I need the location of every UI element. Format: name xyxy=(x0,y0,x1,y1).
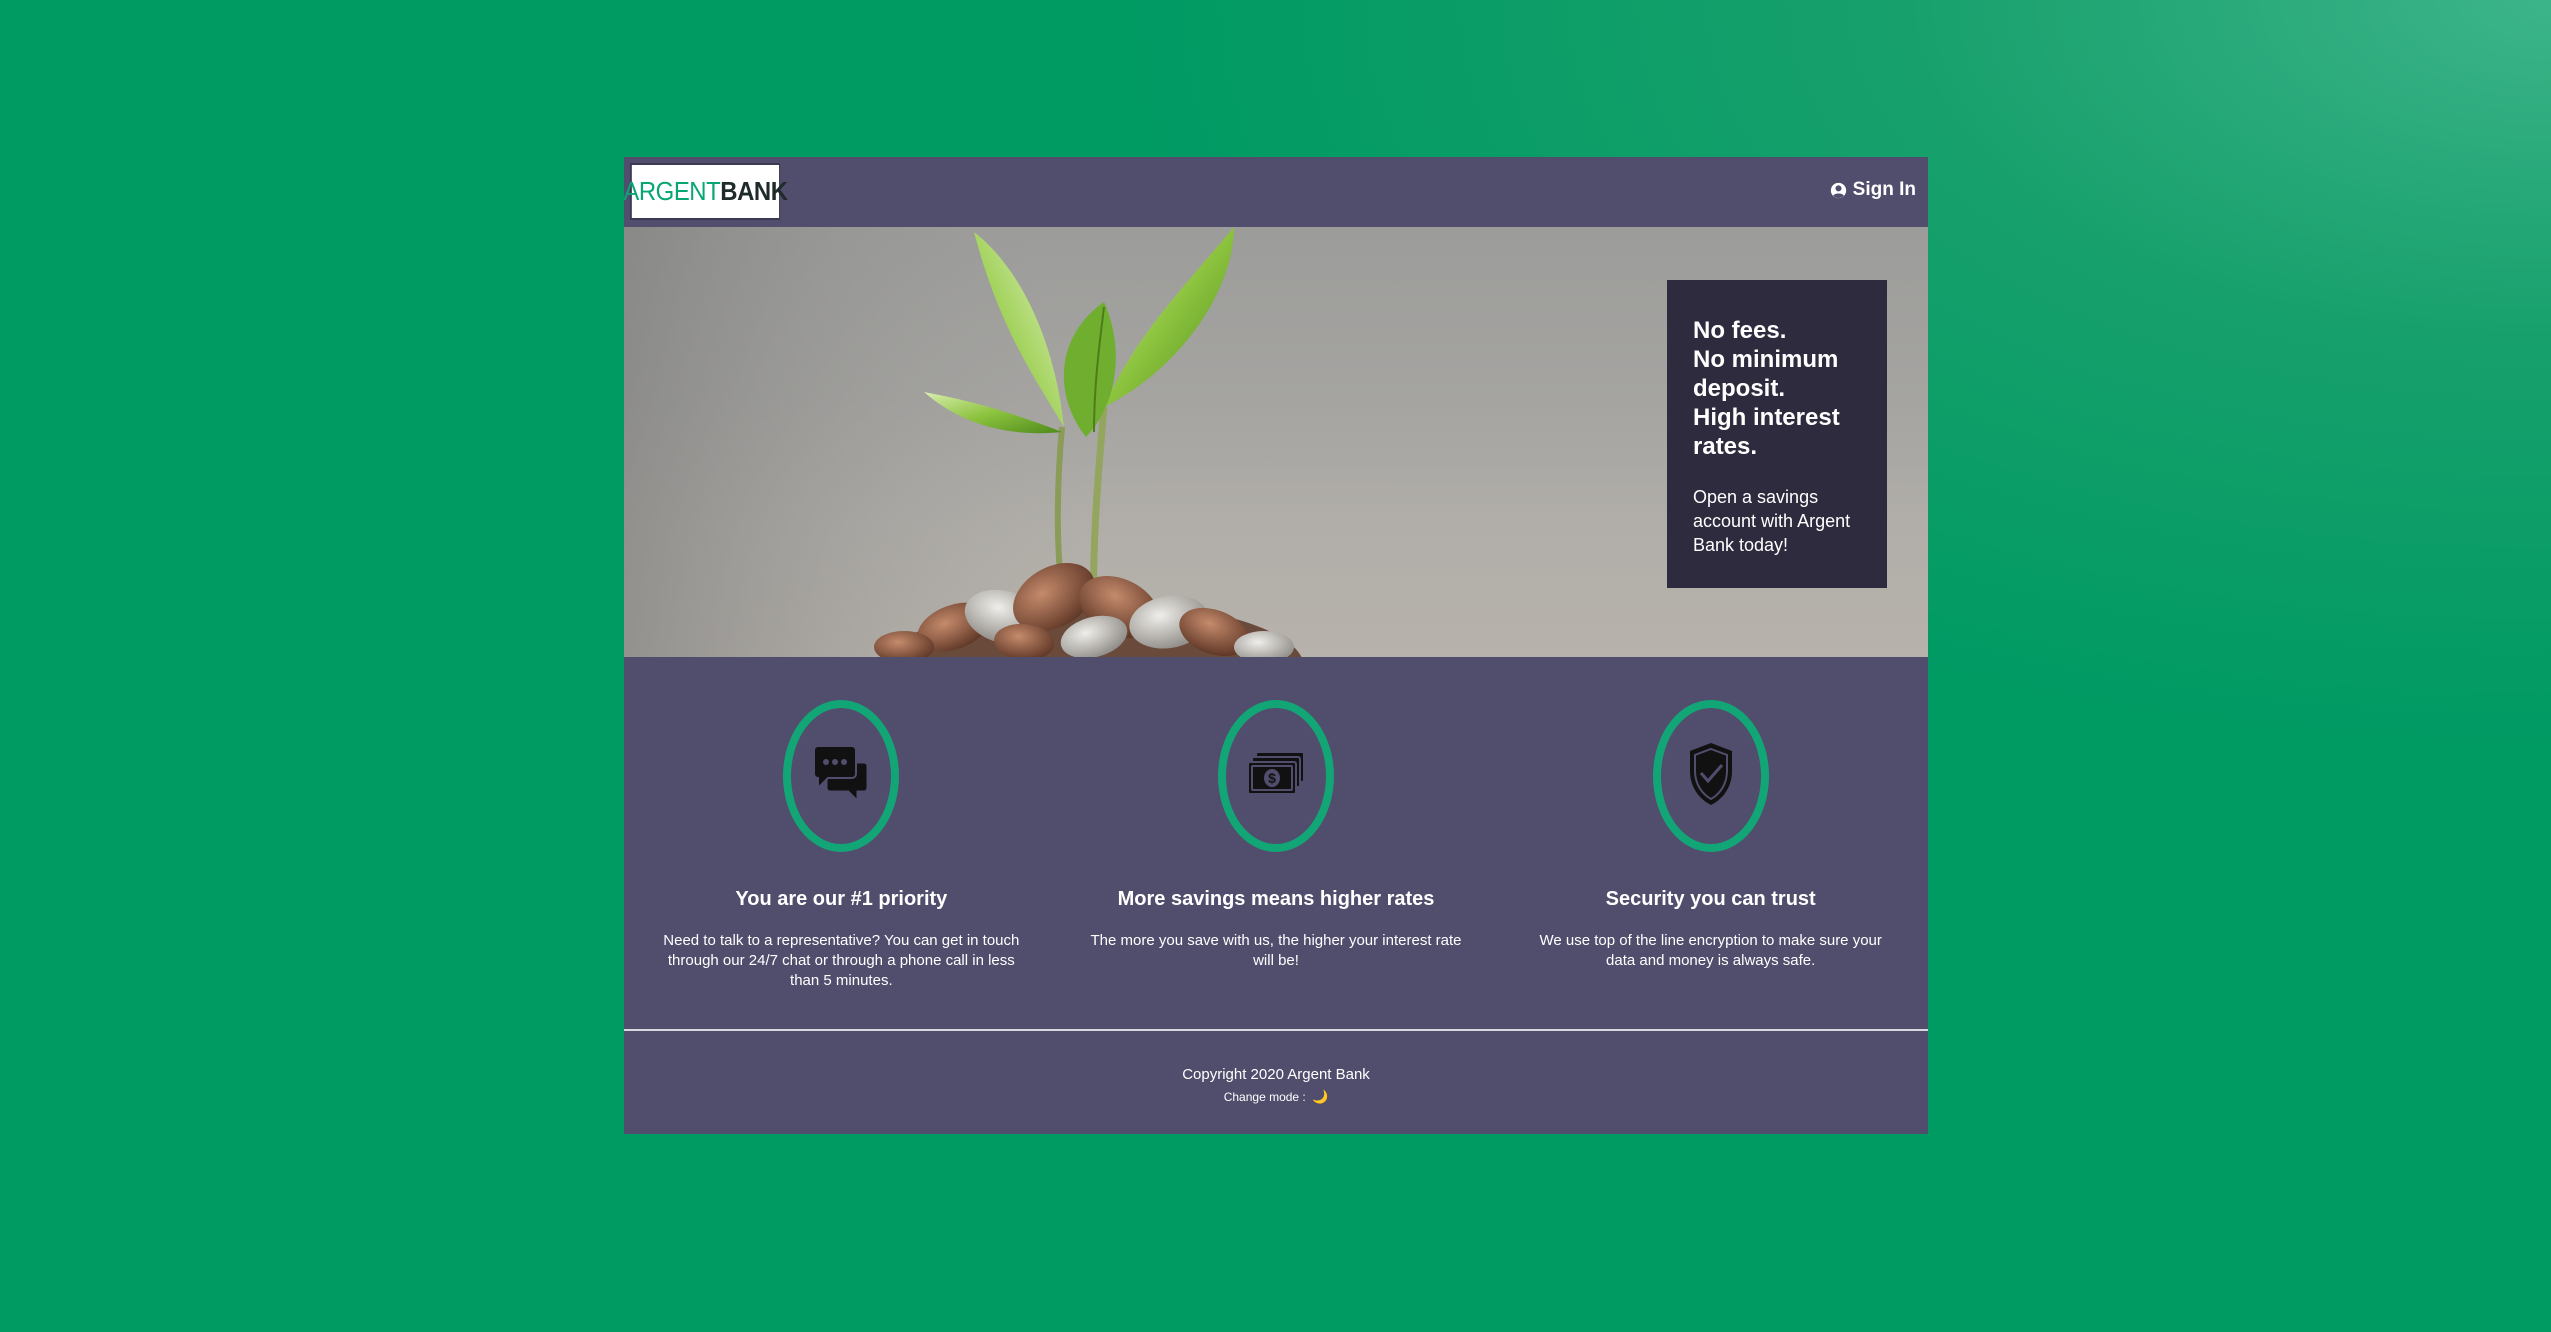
copyright-text: Copyright 2020 Argent Bank xyxy=(1182,1066,1370,1083)
feature-title: More savings means higher rates xyxy=(1117,888,1435,910)
feature-title: You are our #1 priority xyxy=(735,888,948,910)
change-mode: Change mode : 🌙 xyxy=(624,1089,1928,1105)
logo-text-bank: BANK xyxy=(720,176,788,206)
hero-headline-line: No fees. xyxy=(1693,317,1787,344)
features-section: You are our #1 priority Need to talk to … xyxy=(624,657,1928,1031)
feature-icon-ring xyxy=(783,700,900,852)
hero-headline-line: deposit. xyxy=(1693,375,1786,402)
moon-icon[interactable]: 🌙 xyxy=(1312,1089,1328,1105)
feature-item: You are our #1 priority Need to talk to … xyxy=(624,657,1059,1029)
hero-subtitle: Open a savings account with Argent Bank … xyxy=(1693,487,1851,555)
hero-headline-line: rates. xyxy=(1693,433,1758,460)
feature-title: Security you can trust xyxy=(1605,888,1816,910)
feature-icon-ring: $ xyxy=(1218,700,1334,852)
logo-home-link[interactable]: ARGENT BANK xyxy=(623,163,788,220)
feature-icon-ring xyxy=(1652,700,1769,852)
user-circle-icon xyxy=(1830,182,1847,199)
feature-item: $ More savings means higher rates The mo… xyxy=(1059,657,1494,1029)
feature-description: The more you save with us, the higher yo… xyxy=(1090,932,1462,969)
security-shield-icon xyxy=(1687,741,1735,812)
svg-text:$: $ xyxy=(1268,770,1276,786)
sign-in-link[interactable]: Sign In xyxy=(1830,179,1916,201)
hero-headline-line: No minimum xyxy=(1693,346,1839,373)
logo-text-argent: ARGENT xyxy=(623,176,721,206)
money-icon: $ xyxy=(1246,750,1306,803)
hero-banner: No fees. No minimum deposit. High intere… xyxy=(624,227,1928,657)
page-container: ARGENT BANK Sign In No fees. No minimum … xyxy=(623,157,1928,1134)
hero-headline: No fees. No minimum deposit. High intere… xyxy=(1693,316,1861,461)
hero-headline-line: High interest xyxy=(1693,404,1840,431)
footer: Copyright 2020 Argent Bank Change mode :… xyxy=(624,1031,1928,1134)
main-nav: ARGENT BANK Sign In xyxy=(623,157,1928,227)
hero-promo-card: No fees. No minimum deposit. High intere… xyxy=(1667,280,1887,588)
sign-in-label: Sign In xyxy=(1852,179,1916,200)
feature-item: Security you can trust We use top of the… xyxy=(1493,657,1928,1029)
feature-description: Need to talk to a representative? You ca… xyxy=(663,932,1020,989)
change-mode-label: Change mode : xyxy=(1223,1090,1306,1104)
feature-description: We use top of the line encryption to mak… xyxy=(1539,932,1882,969)
chat-icon xyxy=(812,742,870,811)
